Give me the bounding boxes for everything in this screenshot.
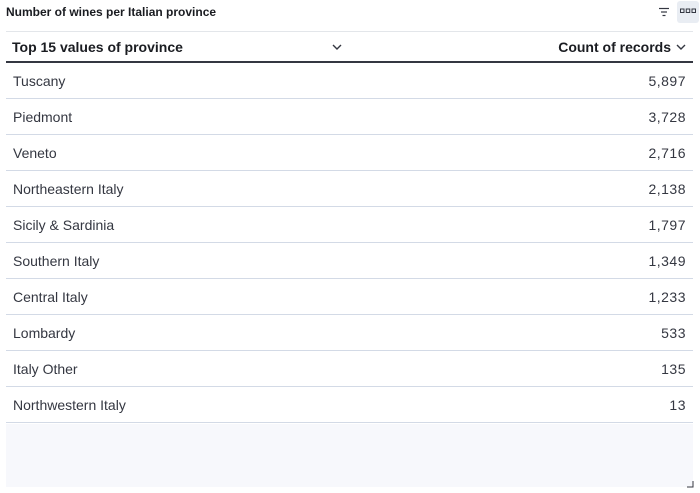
cell-count: 13 (669, 397, 686, 413)
cell-province: Sicily & Sardinia (13, 217, 115, 233)
cell-province: Veneto (13, 145, 57, 161)
cell-count: 1,797 (648, 217, 686, 233)
filter-icon[interactable] (657, 5, 671, 19)
cell-count: 5,897 (648, 73, 686, 89)
chevron-down-icon[interactable] (331, 41, 343, 53)
table-row: Veneto 2,716 (6, 135, 693, 171)
panel-options-button[interactable] (677, 1, 699, 23)
resize-handle-icon[interactable] (686, 480, 694, 488)
cell-count: 3,728 (648, 109, 686, 125)
cell-count: 533 (661, 325, 686, 341)
cell-count: 1,233 (648, 289, 686, 305)
cell-count: 2,716 (648, 145, 686, 161)
cell-province: Lombardy (13, 325, 76, 341)
table-body: Tuscany 5,897 Piedmont 3,728 Veneto 2,71… (6, 63, 693, 423)
cell-count: 1,349 (648, 253, 686, 269)
cell-count: 2,138 (648, 181, 686, 197)
column-header-count[interactable]: Count of records (558, 39, 671, 55)
table-empty-area (6, 424, 693, 487)
table-row: Northeastern Italy 2,138 (6, 171, 693, 207)
cell-province: Tuscany (13, 73, 66, 89)
table-row: Tuscany 5,897 (6, 63, 693, 99)
cell-province: Southern Italy (13, 253, 100, 269)
cell-province: Italy Other (13, 361, 78, 377)
cell-province: Piedmont (13, 109, 73, 125)
panel-header: Number of wines per Italian province (0, 0, 700, 24)
panel-title: Number of wines per Italian province (6, 5, 217, 19)
table-row: Southern Italy 1,349 (6, 243, 693, 279)
table-row: Sicily & Sardinia 1,797 (6, 207, 693, 243)
table-row: Italy Other 135 (6, 351, 693, 387)
table-header: Top 15 values of province Count of recor… (6, 32, 693, 63)
table-row: Lombardy 533 (6, 315, 693, 351)
cell-province: Northwestern Italy (13, 397, 126, 413)
table-row: Piedmont 3,728 (6, 99, 693, 135)
cell-province: Northeastern Italy (13, 181, 124, 197)
options-menu-icon (680, 8, 696, 13)
data-table: Top 15 values of province Count of recor… (6, 31, 693, 487)
table-row: Northwestern Italy 13 (6, 387, 693, 423)
cell-province: Central Italy (13, 289, 88, 305)
table-row: Central Italy 1,233 (6, 279, 693, 315)
cell-count: 135 (661, 361, 686, 377)
column-header-province[interactable]: Top 15 values of province (12, 39, 183, 55)
chevron-down-icon[interactable] (675, 41, 687, 53)
